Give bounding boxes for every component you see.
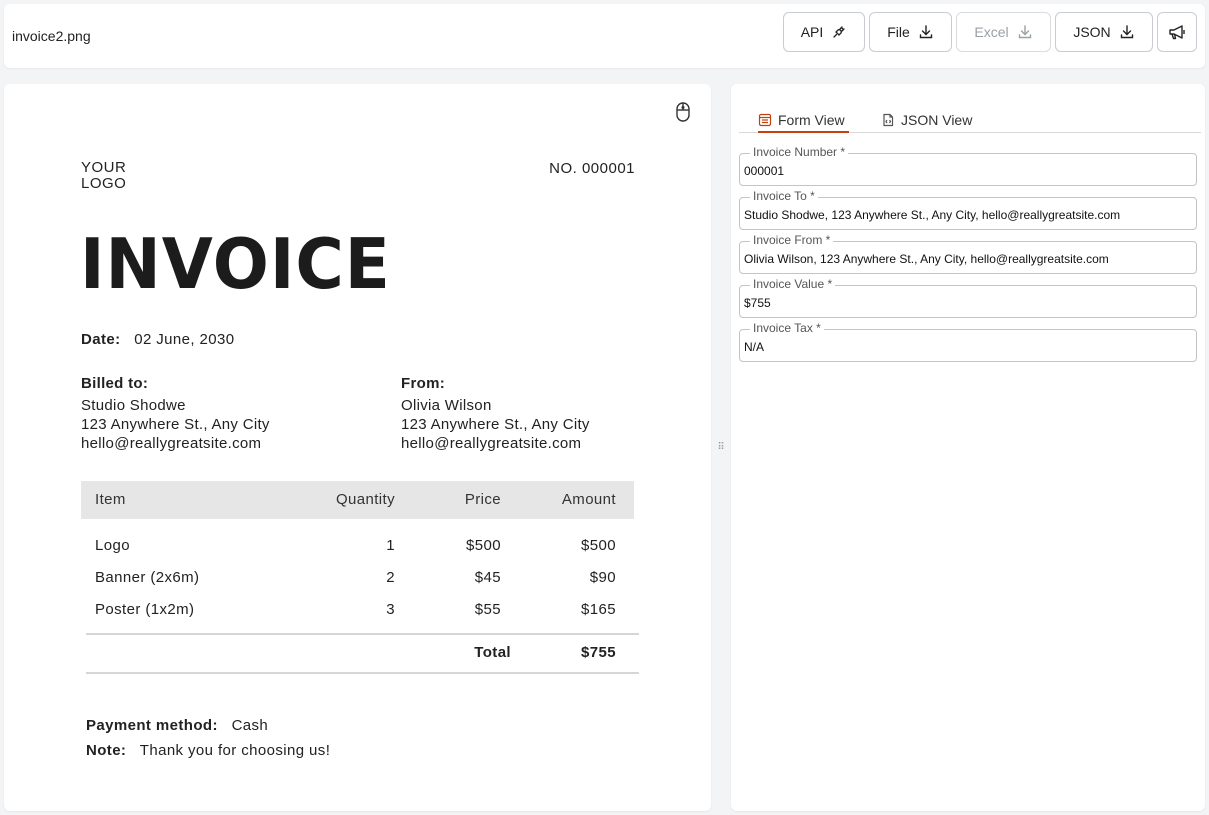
row-1-amount: $500 (581, 537, 616, 554)
row-2-price: $45 (474, 569, 501, 586)
invoice-note: Note: Thank you for choosing us! (86, 742, 330, 759)
logo-line-1: YOUR (81, 159, 127, 176)
column-header-item: Item (95, 491, 126, 508)
excel-button-label: Excel (974, 24, 1009, 40)
total-divider-bottom (86, 672, 639, 674)
invoice-from-field[interactable]: Invoice From * Olivia Wilson, 123 Anywhe… (739, 234, 1197, 274)
invoice-to-value[interactable]: Studio Shodwe, 123 Anywhere St., Any Cit… (744, 208, 1120, 222)
billed-to-address: 123 Anywhere St., Any City (81, 416, 270, 433)
invoice-from-value[interactable]: Olivia Wilson, 123 Anywhere St., Any Cit… (744, 252, 1109, 266)
billed-to-email: hello@reallygreatsite.com (81, 435, 262, 452)
invoice-number-label: Invoice Number * (750, 146, 849, 159)
megaphone-icon (1169, 25, 1185, 40)
api-plug-icon (833, 26, 845, 38)
note-label: Note: (86, 742, 127, 759)
invoice-tax-label: Invoice Tax * (750, 322, 824, 335)
from-name: Olivia Wilson (401, 397, 492, 414)
row-2-quantity: 2 (386, 569, 395, 586)
invoice-title: INVOICE (80, 224, 391, 305)
your-logo-placeholder: YOUR LOGO (81, 160, 161, 192)
note-value: Thank you for choosing us! (139, 742, 331, 759)
from-email: hello@reallygreatsite.com (401, 435, 582, 452)
billed-to-name: Studio Shodwe (81, 397, 186, 414)
file-name: invoice2.png (12, 28, 91, 44)
json-file-icon (883, 113, 894, 127)
invoice-number-field[interactable]: Invoice Number * 000001 (739, 146, 1197, 186)
announcements-button[interactable] (1157, 12, 1197, 52)
download-icon (1018, 25, 1031, 39)
tab-form-view[interactable]: Form View (758, 108, 849, 133)
column-header-quantity: Quantity (335, 491, 395, 508)
invoice-value-value[interactable]: $755 (744, 296, 771, 310)
excel-download-button[interactable]: Excel (956, 12, 1051, 52)
from-address: 123 Anywhere St., Any City (401, 416, 590, 433)
json-button-label: JSON (1073, 24, 1111, 40)
total-label: Total (474, 644, 511, 661)
total-value: $755 (581, 644, 616, 661)
row-1-price: $500 (466, 537, 501, 554)
mouse-icon[interactable] (672, 100, 694, 124)
row-2-amount: $90 (589, 569, 616, 586)
invoice-number: NO. 000001 (549, 160, 635, 177)
row-1-item: Logo (95, 537, 130, 554)
payment-value: Cash (231, 717, 269, 734)
billed-to-heading: Billed to: (81, 375, 149, 392)
invoice-number-value[interactable]: 000001 (744, 164, 784, 178)
form-view-icon (758, 113, 772, 127)
invoice-tax-value[interactable]: N/A (744, 340, 764, 354)
row-3-amount: $165 (581, 601, 616, 618)
download-icon (919, 25, 932, 39)
column-header-price: Price (464, 491, 501, 508)
api-button-label: API (800, 24, 824, 40)
file-download-button[interactable]: File (869, 12, 952, 52)
resize-grip-icon[interactable]: ⠿ (716, 441, 726, 455)
row-2-item: Banner (2x6m) (95, 569, 200, 586)
row-1-quantity: 1 (386, 537, 395, 554)
invoice-from-label: Invoice From * (750, 234, 834, 247)
invoice-tax-field[interactable]: Invoice Tax * N/A (739, 322, 1197, 362)
invoice-to-field[interactable]: Invoice To * Studio Shodwe, 123 Anywhere… (739, 190, 1197, 230)
from-block: From: Olivia Wilson 123 Anywhere St., An… (401, 374, 590, 453)
download-icon (1120, 25, 1133, 39)
json-download-button[interactable]: JSON (1055, 12, 1153, 52)
column-header-amount: Amount (561, 491, 616, 508)
invoice-to-label: Invoice To * (750, 190, 818, 203)
total-divider-top (86, 633, 639, 635)
invoice-date: Date: 02 June, 2030 (81, 331, 235, 348)
file-button-label: File (887, 24, 910, 40)
invoice-value-field[interactable]: Invoice Value * $755 (739, 278, 1197, 318)
from-heading: From: (401, 375, 445, 392)
date-value: 02 June, 2030 (134, 331, 235, 348)
row-3-price: $55 (474, 601, 501, 618)
date-label: Date: (81, 331, 121, 348)
row-3-item: Poster (1x2m) (95, 601, 195, 618)
payment-label: Payment method: (86, 717, 218, 734)
billed-to-block: Billed to: Studio Shodwe 123 Anywhere St… (81, 374, 270, 453)
view-tabs: Form View JSON View (739, 108, 1201, 133)
tab-form-view-label: Form View (778, 112, 845, 128)
tab-json-view[interactable]: JSON View (881, 108, 977, 132)
logo-line-2: LOGO (81, 175, 127, 192)
row-3-quantity: 3 (386, 601, 395, 618)
payment-method: Payment method: Cash (86, 717, 268, 734)
tab-json-view-label: JSON View (901, 112, 973, 128)
api-button[interactable]: API (783, 12, 865, 52)
invoice-value-label: Invoice Value * (750, 278, 836, 291)
